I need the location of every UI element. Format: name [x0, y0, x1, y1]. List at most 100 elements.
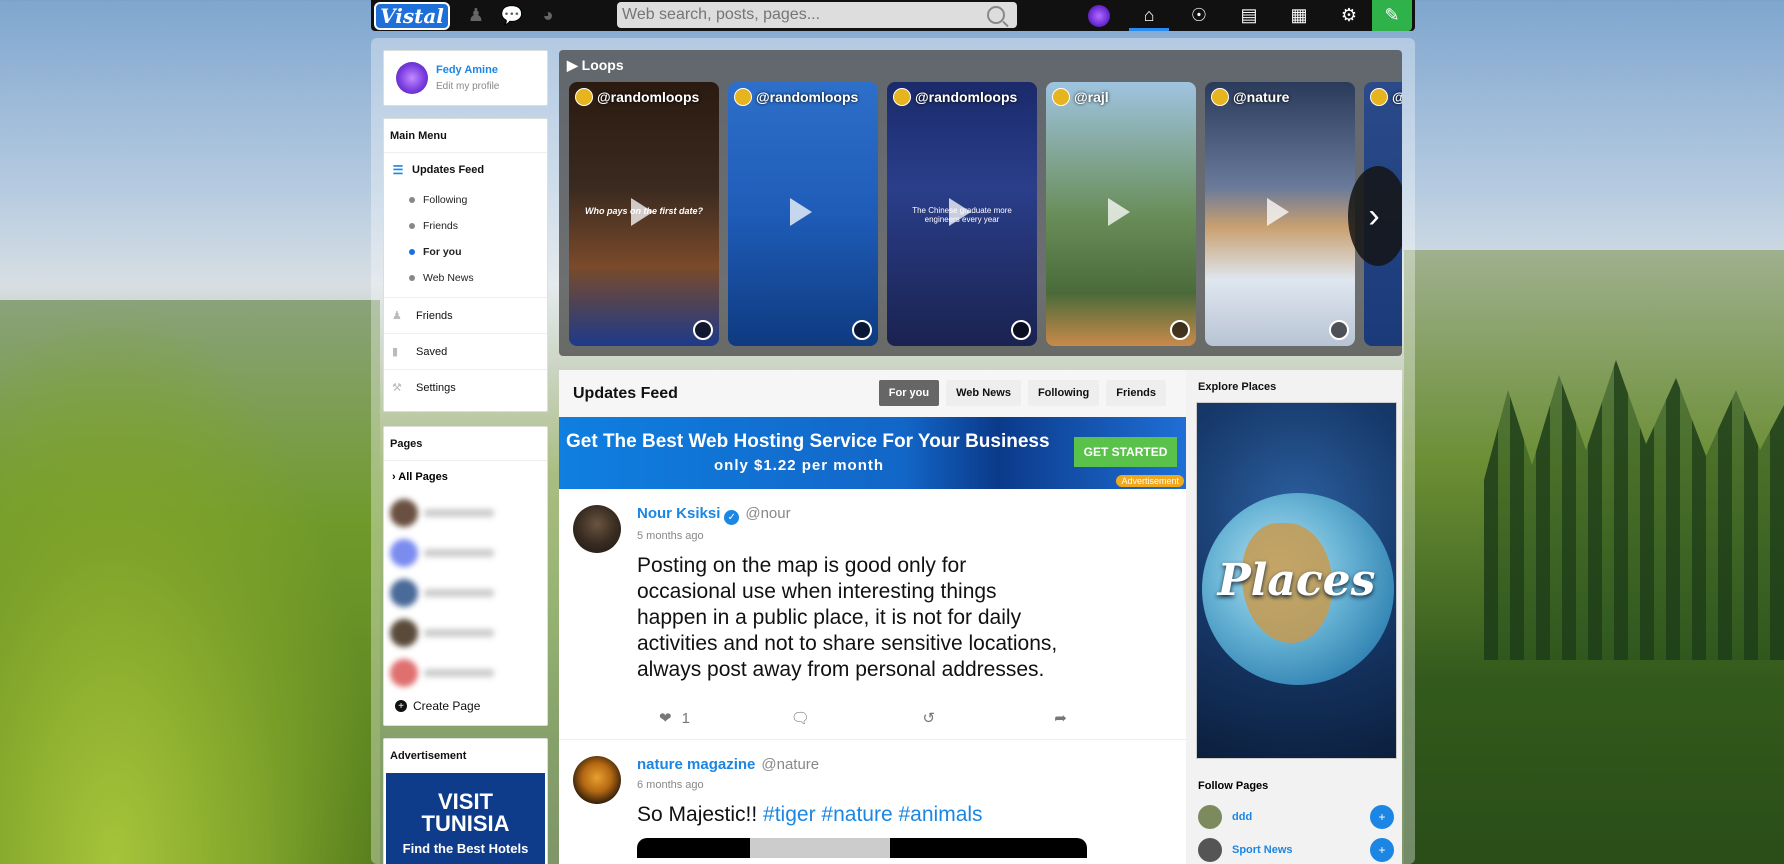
- loop-card[interactable]: @randomloops: [728, 82, 878, 346]
- edit-profile-link[interactable]: Edit my profile: [436, 81, 499, 92]
- list-item[interactable]: [384, 493, 547, 533]
- notifications-icon[interactable]: ◕: [530, 0, 566, 31]
- menu-item-friends[interactable]: ♟ Friends: [384, 297, 547, 333]
- avatar[interactable]: [573, 756, 621, 804]
- play-icon[interactable]: [949, 198, 971, 226]
- profile-avatar-button[interactable]: [1074, 0, 1124, 31]
- play-icon[interactable]: [1108, 198, 1130, 226]
- avatar[interactable]: [1198, 805, 1222, 829]
- share-icon[interactable]: ➦: [1054, 709, 1186, 727]
- tab-for-you[interactable]: For you: [878, 380, 940, 406]
- play-icon[interactable]: [1267, 198, 1289, 226]
- avatar[interactable]: [396, 62, 428, 94]
- follow-pages-title: Follow Pages: [1198, 780, 1269, 792]
- profile-card[interactable]: Fedy Amine Edit my profile: [383, 50, 548, 106]
- loop-card[interactable]: @rajl: [1046, 82, 1196, 346]
- ad-headline: Get The Best Web Hosting Service For You…: [566, 431, 1050, 452]
- blurred-text: [424, 629, 494, 637]
- post-handle[interactable]: @nour: [745, 505, 790, 522]
- advertisement-badge: Advertisement: [1116, 475, 1184, 487]
- create-page-button[interactable]: + Create Page: [384, 699, 547, 713]
- fullscreen-icon[interactable]: [852, 320, 872, 340]
- get-started-button[interactable]: GET STARTED: [1074, 437, 1177, 467]
- fullscreen-icon[interactable]: [1170, 320, 1190, 340]
- follow-user-plus-icon[interactable]: +: [1370, 838, 1394, 862]
- avatar[interactable]: [1198, 838, 1222, 862]
- post-author[interactable]: Nour Ksiksi: [637, 505, 720, 522]
- post-handle[interactable]: @nature: [761, 756, 819, 773]
- tab-friends[interactable]: Friends: [1106, 380, 1166, 406]
- follow-user-plus-icon[interactable]: +: [1370, 805, 1394, 829]
- chat-icon[interactable]: 💬: [494, 0, 530, 31]
- search-icon[interactable]: [987, 6, 1005, 24]
- submenu-for-you[interactable]: For you: [384, 239, 547, 265]
- post-time[interactable]: 5 months ago: [637, 530, 1166, 542]
- fullscreen-icon[interactable]: [1011, 320, 1031, 340]
- post: nature magazine @nature 6 months ago So M…: [559, 740, 1186, 858]
- submenu-following[interactable]: Following: [384, 187, 547, 213]
- list-item[interactable]: [384, 573, 547, 613]
- follow-page-name[interactable]: Sport News: [1232, 844, 1370, 856]
- loop-card[interactable]: @randomloops Who pays on the first date?: [569, 82, 719, 346]
- news-icon[interactable]: ▦: [1274, 0, 1324, 31]
- hosting-ad-banner[interactable]: Get The Best Web Hosting Service For You…: [559, 417, 1186, 489]
- person-icon: ♟: [392, 310, 402, 322]
- list-item[interactable]: [384, 533, 547, 573]
- fullscreen-icon[interactable]: [1329, 320, 1349, 340]
- vistal-logo[interactable]: Vistal: [374, 1, 450, 30]
- map-icon[interactable]: ▤: [1224, 0, 1274, 31]
- bullet-icon: [409, 223, 415, 229]
- gear-icon[interactable]: ⚙: [1324, 0, 1374, 31]
- avatar: [1052, 88, 1070, 106]
- feed-tabs: For you Web News Following Friends: [878, 380, 1166, 406]
- home-icon[interactable]: ⌂: [1124, 0, 1174, 31]
- post-author[interactable]: nature magazine: [637, 756, 755, 773]
- blurred-text: [424, 549, 494, 557]
- menu-item-updates-feed[interactable]: ☰ Updates Feed: [384, 153, 547, 187]
- compose-pen-icon[interactable]: ✎: [1372, 0, 1412, 31]
- follow-page-item[interactable]: ddd +: [1198, 805, 1394, 829]
- blurred-text: [424, 509, 494, 517]
- search-bar[interactable]: [617, 2, 1017, 28]
- fullscreen-icon[interactable]: [693, 320, 713, 340]
- like-button[interactable]: ❤ 1: [659, 709, 791, 728]
- loop-card[interactable]: @randomloops The Chinese graduate more e…: [887, 82, 1037, 346]
- avatar: [1088, 4, 1110, 27]
- submenu-friends[interactable]: Friends: [384, 213, 547, 239]
- avatar[interactable]: [573, 505, 621, 553]
- loop-card[interactable]: @nature: [1205, 82, 1355, 346]
- main-nav: ⌂ ☉ ▤ ▦ ⚙: [1074, 0, 1374, 31]
- follow-page-item[interactable]: Sport News +: [1198, 838, 1394, 862]
- avatar: [893, 88, 911, 106]
- compass-icon[interactable]: ☉: [1174, 0, 1224, 31]
- post-time[interactable]: 6 months ago: [637, 779, 1166, 791]
- submenu-web-news[interactable]: Web News: [384, 265, 547, 291]
- all-pages-link[interactable]: › All Pages: [384, 461, 547, 493]
- updates-feed: Updates Feed For you Web News Following …: [559, 370, 1186, 864]
- post-video[interactable]: [637, 838, 1087, 858]
- profile-name[interactable]: Fedy Amine: [436, 64, 499, 76]
- tunisia-ad-banner[interactable]: VISIT TUNISIA Find the Best Hotels: [386, 773, 545, 864]
- list-item[interactable]: [384, 613, 547, 653]
- bullet-icon: [409, 275, 415, 281]
- play-icon[interactable]: [631, 198, 653, 226]
- tab-following[interactable]: Following: [1027, 380, 1100, 406]
- places-banner[interactable]: Places: [1196, 402, 1397, 759]
- search-input[interactable]: [622, 6, 982, 24]
- chevron-right-icon[interactable]: ›: [1348, 166, 1402, 266]
- hashtag-link[interactable]: #nature: [821, 803, 892, 826]
- loop-user: @randomloops: [756, 89, 859, 105]
- hashtag-link[interactable]: #animals: [899, 803, 983, 826]
- post: Nour Ksiksi ✓ @nour 5 months ago Posting o…: [559, 489, 1186, 740]
- play-icon[interactable]: [790, 198, 812, 226]
- hashtag-link[interactable]: #tiger: [763, 803, 816, 826]
- bullet-icon: [409, 197, 415, 203]
- follow-page-name[interactable]: ddd: [1232, 811, 1370, 823]
- repost-icon[interactable]: ↺: [923, 709, 1055, 727]
- menu-item-saved[interactable]: ▮ Saved: [384, 333, 547, 369]
- comment-icon[interactable]: 🗨: [791, 709, 923, 727]
- menu-item-settings[interactable]: ⚒ Settings: [384, 369, 547, 405]
- user-icon[interactable]: ♟: [458, 0, 494, 31]
- list-item[interactable]: [384, 653, 547, 693]
- tab-web-news[interactable]: Web News: [946, 380, 1021, 406]
